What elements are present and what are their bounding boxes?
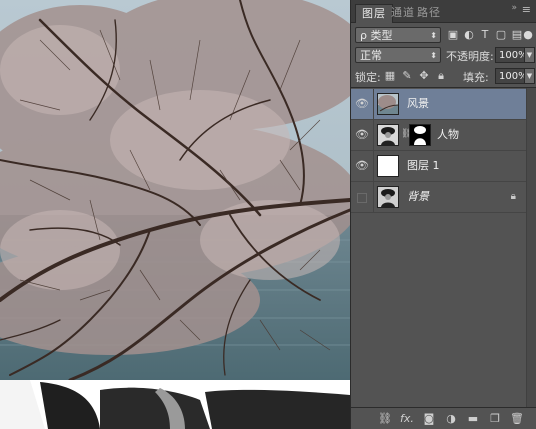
fill-label: 填充: bbox=[463, 71, 489, 84]
double-chevron-right-icon[interactable]: » bbox=[511, 3, 517, 13]
layer-row-landscape[interactable]: 👁︎ 风景 bbox=[351, 89, 526, 120]
blend-mode-select[interactable]: 正常 ⬍ bbox=[355, 47, 441, 63]
add-mask-icon[interactable]: ◙ bbox=[421, 411, 437, 427]
fill-input[interactable]: 100% bbox=[495, 68, 528, 84]
layers-panel: 图层 通道 路径 » ≡ ρ 类型 ⬍ ▣ ◐ T ▢ ▤ ● 正常 ⬍ 不透明… bbox=[350, 0, 536, 429]
layer-row-person[interactable]: 👁︎ ⛓︎ 人物 bbox=[351, 120, 526, 151]
layers-bottom-toolbar: ⛓︎ fx. ◙ ◑ ▬ ❐ 🗑︎ bbox=[351, 407, 536, 429]
landscape-thumbnail bbox=[377, 93, 399, 115]
layers-list: 👁︎ 风景 👁︎ ⛓︎ 人物 👁︎ 图层 1 背景 🔒︎ bbox=[351, 87, 536, 409]
layer-row-background[interactable]: 背景 🔒︎ bbox=[351, 182, 526, 213]
opacity-label: 不透明度: bbox=[446, 50, 494, 63]
delete-icon[interactable]: 🗑︎ bbox=[509, 411, 525, 427]
document-canvas[interactable] bbox=[0, 0, 350, 429]
visibility-eye-icon[interactable]: 👁︎ bbox=[351, 120, 374, 150]
canvas-image bbox=[0, 0, 350, 429]
panel-tab-bar: 图层 通道 路径 » ≡ bbox=[351, 0, 536, 23]
filter-row: ρ 类型 ⬍ ▣ ◐ T ▢ ▤ ● bbox=[351, 27, 536, 43]
portrait-thumbnail bbox=[377, 124, 399, 146]
opacity-input[interactable]: 100% bbox=[495, 47, 528, 63]
dropdown-arrow-icon: ⬍ bbox=[430, 31, 437, 40]
image-filter-icon[interactable]: ▣ bbox=[446, 27, 460, 43]
layer-name: 风景 bbox=[407, 97, 429, 110]
type-filter-icon[interactable]: T bbox=[478, 27, 492, 43]
lock-all-icon[interactable]: 🔒︎ bbox=[434, 68, 448, 84]
adjustment-layer-icon[interactable]: ◑ bbox=[443, 411, 459, 427]
layer-name: 背景 bbox=[407, 190, 429, 203]
layer-name: 人物 bbox=[437, 128, 459, 141]
filter-toggle-icon[interactable]: ● bbox=[523, 27, 533, 43]
fx-icon[interactable]: fx. bbox=[399, 411, 415, 427]
visibility-eye-icon[interactable]: 👁︎ bbox=[351, 89, 374, 119]
visibility-off-icon[interactable] bbox=[351, 182, 374, 212]
layer-mask-thumbnail[interactable] bbox=[409, 124, 431, 146]
portrait-thumbnail bbox=[377, 186, 399, 208]
blend-row: 正常 ⬍ 不透明度: 100% ▼ bbox=[351, 47, 536, 63]
opacity-dropdown-icon[interactable]: ▼ bbox=[524, 47, 535, 63]
layer-kind-label: ρ 类型 bbox=[360, 29, 393, 42]
new-layer-icon[interactable]: ❐ bbox=[487, 411, 503, 427]
layers-scrollbar[interactable] bbox=[526, 88, 536, 409]
lock-position-icon[interactable]: ✥ bbox=[417, 68, 431, 84]
layer-lock-icon: 🔒︎ bbox=[510, 191, 516, 202]
tab-paths[interactable]: 路径 bbox=[411, 4, 447, 22]
smart-object-filter-icon[interactable]: ▤ bbox=[510, 27, 524, 43]
lock-image-icon[interactable]: ✎ bbox=[400, 68, 414, 84]
shape-filter-icon[interactable]: ▢ bbox=[494, 27, 508, 43]
dropdown-arrow-icon: ⬍ bbox=[430, 51, 437, 60]
adjustment-filter-icon[interactable]: ◐ bbox=[462, 27, 476, 43]
new-group-icon[interactable]: ▬ bbox=[465, 411, 481, 427]
lock-row: 锁定: ▦ ✎ ✥ 🔒︎ 填充: 100% ▼ bbox=[351, 68, 536, 84]
lock-transparent-icon[interactable]: ▦ bbox=[383, 68, 397, 84]
lock-label: 锁定: bbox=[355, 71, 381, 84]
blend-mode-value: 正常 bbox=[360, 49, 382, 62]
layer-row-layer1[interactable]: 👁︎ 图层 1 bbox=[351, 151, 526, 182]
visibility-eye-icon[interactable]: 👁︎ bbox=[351, 151, 374, 181]
layer-name: 图层 1 bbox=[407, 159, 440, 172]
panel-menu-icon[interactable]: ≡ bbox=[522, 3, 531, 16]
fill-dropdown-icon[interactable]: ▼ bbox=[524, 68, 535, 84]
link-layers-icon[interactable]: ⛓︎ bbox=[377, 411, 393, 427]
layer-kind-filter[interactable]: ρ 类型 ⬍ bbox=[355, 27, 441, 43]
white-thumbnail bbox=[377, 155, 399, 177]
